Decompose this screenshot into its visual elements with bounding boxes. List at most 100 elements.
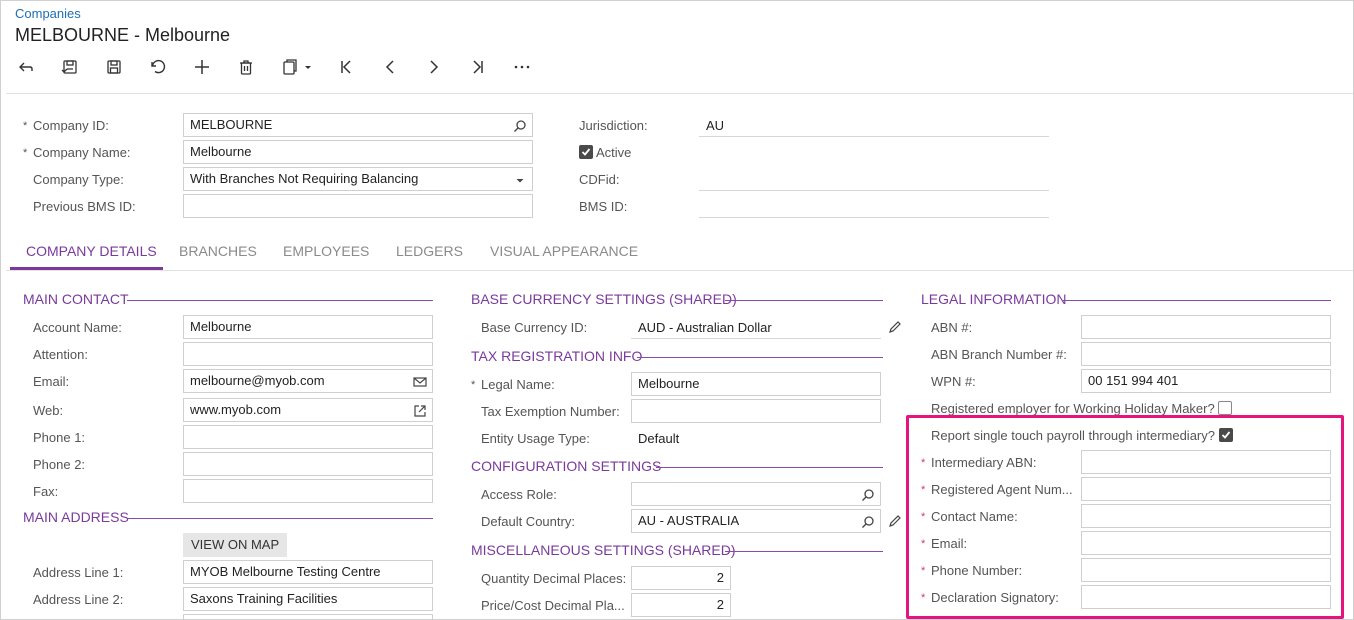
web-value: www.myob.com [190,402,282,417]
external-link-icon[interactable] [413,403,427,417]
entity-usage-value: Default [638,431,680,446]
active-checkbox[interactable] [579,145,593,159]
default-country-field[interactable]: AU - AUSTRALIA [631,509,881,533]
edit-pencil-icon[interactable] [888,320,902,334]
first-icon[interactable] [333,55,359,79]
access-role-field[interactable] [631,482,881,506]
misc-header: MISCELLANEOUS SETTINGS (SHARED) [471,542,736,558]
address-line3-field[interactable] [183,614,433,619]
tab-employees[interactable]: EMPLOYEES [283,243,369,259]
email-field[interactable]: melbourne@myob.com [183,369,433,393]
tab-divider [6,270,1353,271]
legal-name-label: Legal Name: [481,377,555,392]
whm-label: Registered employer for Working Holiday … [931,401,1215,416]
price-decimal-field[interactable]: 2 [631,593,731,617]
field-underline [631,338,881,339]
section-rule [725,300,883,301]
highlight-box [906,415,1344,619]
whm-checkbox[interactable] [1218,401,1232,415]
address-line1-value: MYOB Melbourne Testing Centre [190,564,381,579]
price-decimal-label: Price/Cost Decimal Pla... [481,598,625,613]
bms-id-underline [699,217,1049,218]
wpn-field[interactable]: 00 151 994 401 [1081,369,1331,393]
edit-pencil-icon[interactable] [888,514,902,528]
company-name-label: Company Name: [33,145,131,160]
search-icon[interactable] [513,118,527,132]
phone1-label: Phone 1: [33,430,86,445]
account-name-label: Account Name: [33,320,122,335]
email-value: melbourne@myob.com [190,373,325,388]
address-line2-field[interactable]: Saxons Training Facilities [183,587,433,611]
company-id-label: Company ID: [33,118,109,133]
web-field[interactable]: www.myob.com [183,398,433,422]
abn-field[interactable] [1081,315,1331,339]
save-icon[interactable] [101,55,127,79]
fax-field[interactable] [183,479,433,503]
attention-field[interactable] [183,342,433,366]
phone2-field[interactable] [183,452,433,476]
tab-visual-appearance[interactable]: VISUAL APPEARANCE [490,243,638,259]
tax-exemption-field[interactable] [631,399,881,423]
main-contact-header: MAIN CONTACT [23,291,129,307]
address-line1-field[interactable]: MYOB Melbourne Testing Centre [183,560,433,584]
address-line2-label: Address Line 2: [33,592,124,607]
section-rule [725,551,883,552]
entity-usage-label: Entity Usage Type: [481,431,590,446]
active-label: Active [596,145,632,160]
prev-bms-field[interactable] [183,194,533,218]
next-icon[interactable] [421,55,447,79]
jurisdiction-label: Jurisdiction: [579,118,648,133]
tab-ledgers[interactable]: LEDGERS [396,243,463,259]
base-currency-value: AUD - Australian Dollar [638,320,772,335]
cdfid-underline [699,190,1049,191]
section-rule [127,300,433,301]
phone1-field[interactable] [183,425,433,449]
default-country-value: AU - AUSTRALIA [638,513,740,528]
tax-exemption-label: Tax Exemption Number: [481,404,620,419]
qty-decimal-field[interactable]: 2 [631,566,731,590]
company-type-value: With Branches Not Requiring Balancing [190,171,419,186]
required-mark: * [471,379,476,391]
previous-icon[interactable] [377,55,403,79]
qty-decimal-value: 2 [716,570,724,585]
account-name-field[interactable]: Melbourne [183,315,433,339]
legal-name-field[interactable]: Melbourne [631,372,881,396]
view-on-map-button[interactable]: VIEW ON MAP [183,533,288,557]
search-icon[interactable] [861,514,875,528]
more-icon[interactable] [509,55,535,79]
company-id-value: MELBOURNE [190,117,273,132]
field-underline [699,136,1049,137]
phone2-label: Phone 2: [33,457,86,472]
save-close-icon[interactable] [57,55,83,79]
back-icon[interactable] [13,55,39,79]
abn-label: ABN #: [931,320,973,335]
search-icon[interactable] [861,487,875,501]
required-mark: * [23,147,28,159]
tax-registration-header: TAX REGISTRATION INFO [471,348,643,364]
copy-paste-icon[interactable] [277,55,317,79]
tab-branches[interactable]: BRANCHES [179,243,257,259]
undo-icon[interactable] [145,55,171,79]
base-currency-header: BASE CURRENCY SETTINGS (SHARED) [471,291,737,307]
app-window: Companies MELBOURNE - Melbourne * Compan… [0,0,1354,620]
add-icon[interactable] [189,55,215,79]
account-name-value: Melbourne [190,319,252,334]
delete-icon[interactable] [233,55,259,79]
default-country-label: Default Country: [481,514,575,529]
address-line1-label: Address Line 1: [33,565,124,580]
breadcrumb[interactable]: Companies [15,6,81,21]
company-type-select[interactable]: With Branches Not Requiring Balancing [183,167,533,191]
mail-icon[interactable] [413,374,427,388]
company-name-field[interactable]: Melbourne [183,140,533,164]
company-id-field[interactable]: MELBOURNE [183,113,533,137]
wpn-value: 00 151 994 401 [1088,373,1179,388]
company-name-value: Melbourne [190,144,252,159]
section-rule [128,518,433,519]
last-icon[interactable] [465,55,491,79]
legal-information-header: LEGAL INFORMATION [921,291,1067,307]
main-address-header: MAIN ADDRESS [23,509,129,525]
abn-branch-field[interactable] [1081,342,1331,366]
tab-company-details[interactable]: COMPANY DETAILS [26,243,157,259]
section-rule [656,467,883,468]
page-title: MELBOURNE - Melbourne [15,25,231,45]
